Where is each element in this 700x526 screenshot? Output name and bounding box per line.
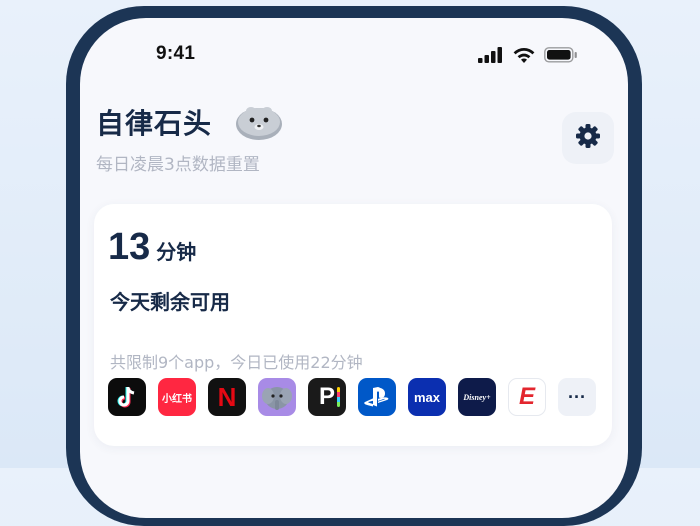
- minutes-value: 13: [108, 226, 151, 268]
- xiaohongshu-label: 小红书: [162, 393, 192, 405]
- tiktok-icon[interactable]: [108, 378, 146, 416]
- elephant-app-icon[interactable]: [258, 378, 296, 416]
- battery-icon: [544, 47, 578, 63]
- limit-summary: 共限制9个app，今日已使用22分钟: [110, 353, 363, 372]
- page-title: 自律石头: [96, 107, 213, 140]
- gear-icon: [575, 123, 601, 153]
- remaining-label: 今天剩余可用: [110, 290, 230, 314]
- max-label: max: [413, 389, 441, 405]
- settings-button[interactable]: [562, 112, 614, 164]
- minutes-unit: 分钟: [156, 240, 197, 264]
- app-screen: 9:41 自律石头 每日凌晨3点数据重置 13 分钟 今天剩余可用 共限制9个a…: [80, 18, 628, 518]
- status-time: 9:41: [156, 43, 196, 64]
- playstation-icon[interactable]: [358, 378, 396, 416]
- netflix-label: N: [217, 381, 237, 412]
- more-apps-button[interactable]: ···: [558, 378, 596, 416]
- netflix-icon[interactable]: N: [208, 378, 246, 416]
- usage-card[interactable]: 13 分钟 今天剩余可用 共限制9个app，今日已使用22分钟 小红书 N P …: [94, 204, 612, 446]
- remaining-minutes: 13 分钟: [108, 226, 196, 269]
- disney-plus-icon[interactable]: Disney+: [458, 378, 496, 416]
- seal-mascot-icon: [234, 101, 284, 145]
- espn-icon[interactable]: E: [508, 378, 546, 416]
- reset-note: 每日凌晨3点数据重置: [96, 155, 260, 175]
- cellular-signal-icon: [478, 47, 504, 63]
- p-app-icon[interactable]: P: [308, 378, 346, 416]
- espn-label: E: [518, 383, 535, 410]
- more-icon: ···: [568, 386, 586, 407]
- p-app-label: P: [318, 383, 335, 410]
- xiaohongshu-icon[interactable]: 小红书: [158, 378, 196, 416]
- wifi-icon: [512, 46, 536, 64]
- max-icon[interactable]: max: [408, 378, 446, 416]
- p-app-dots: [337, 387, 340, 407]
- disney-plus-label: Disney+: [463, 392, 491, 402]
